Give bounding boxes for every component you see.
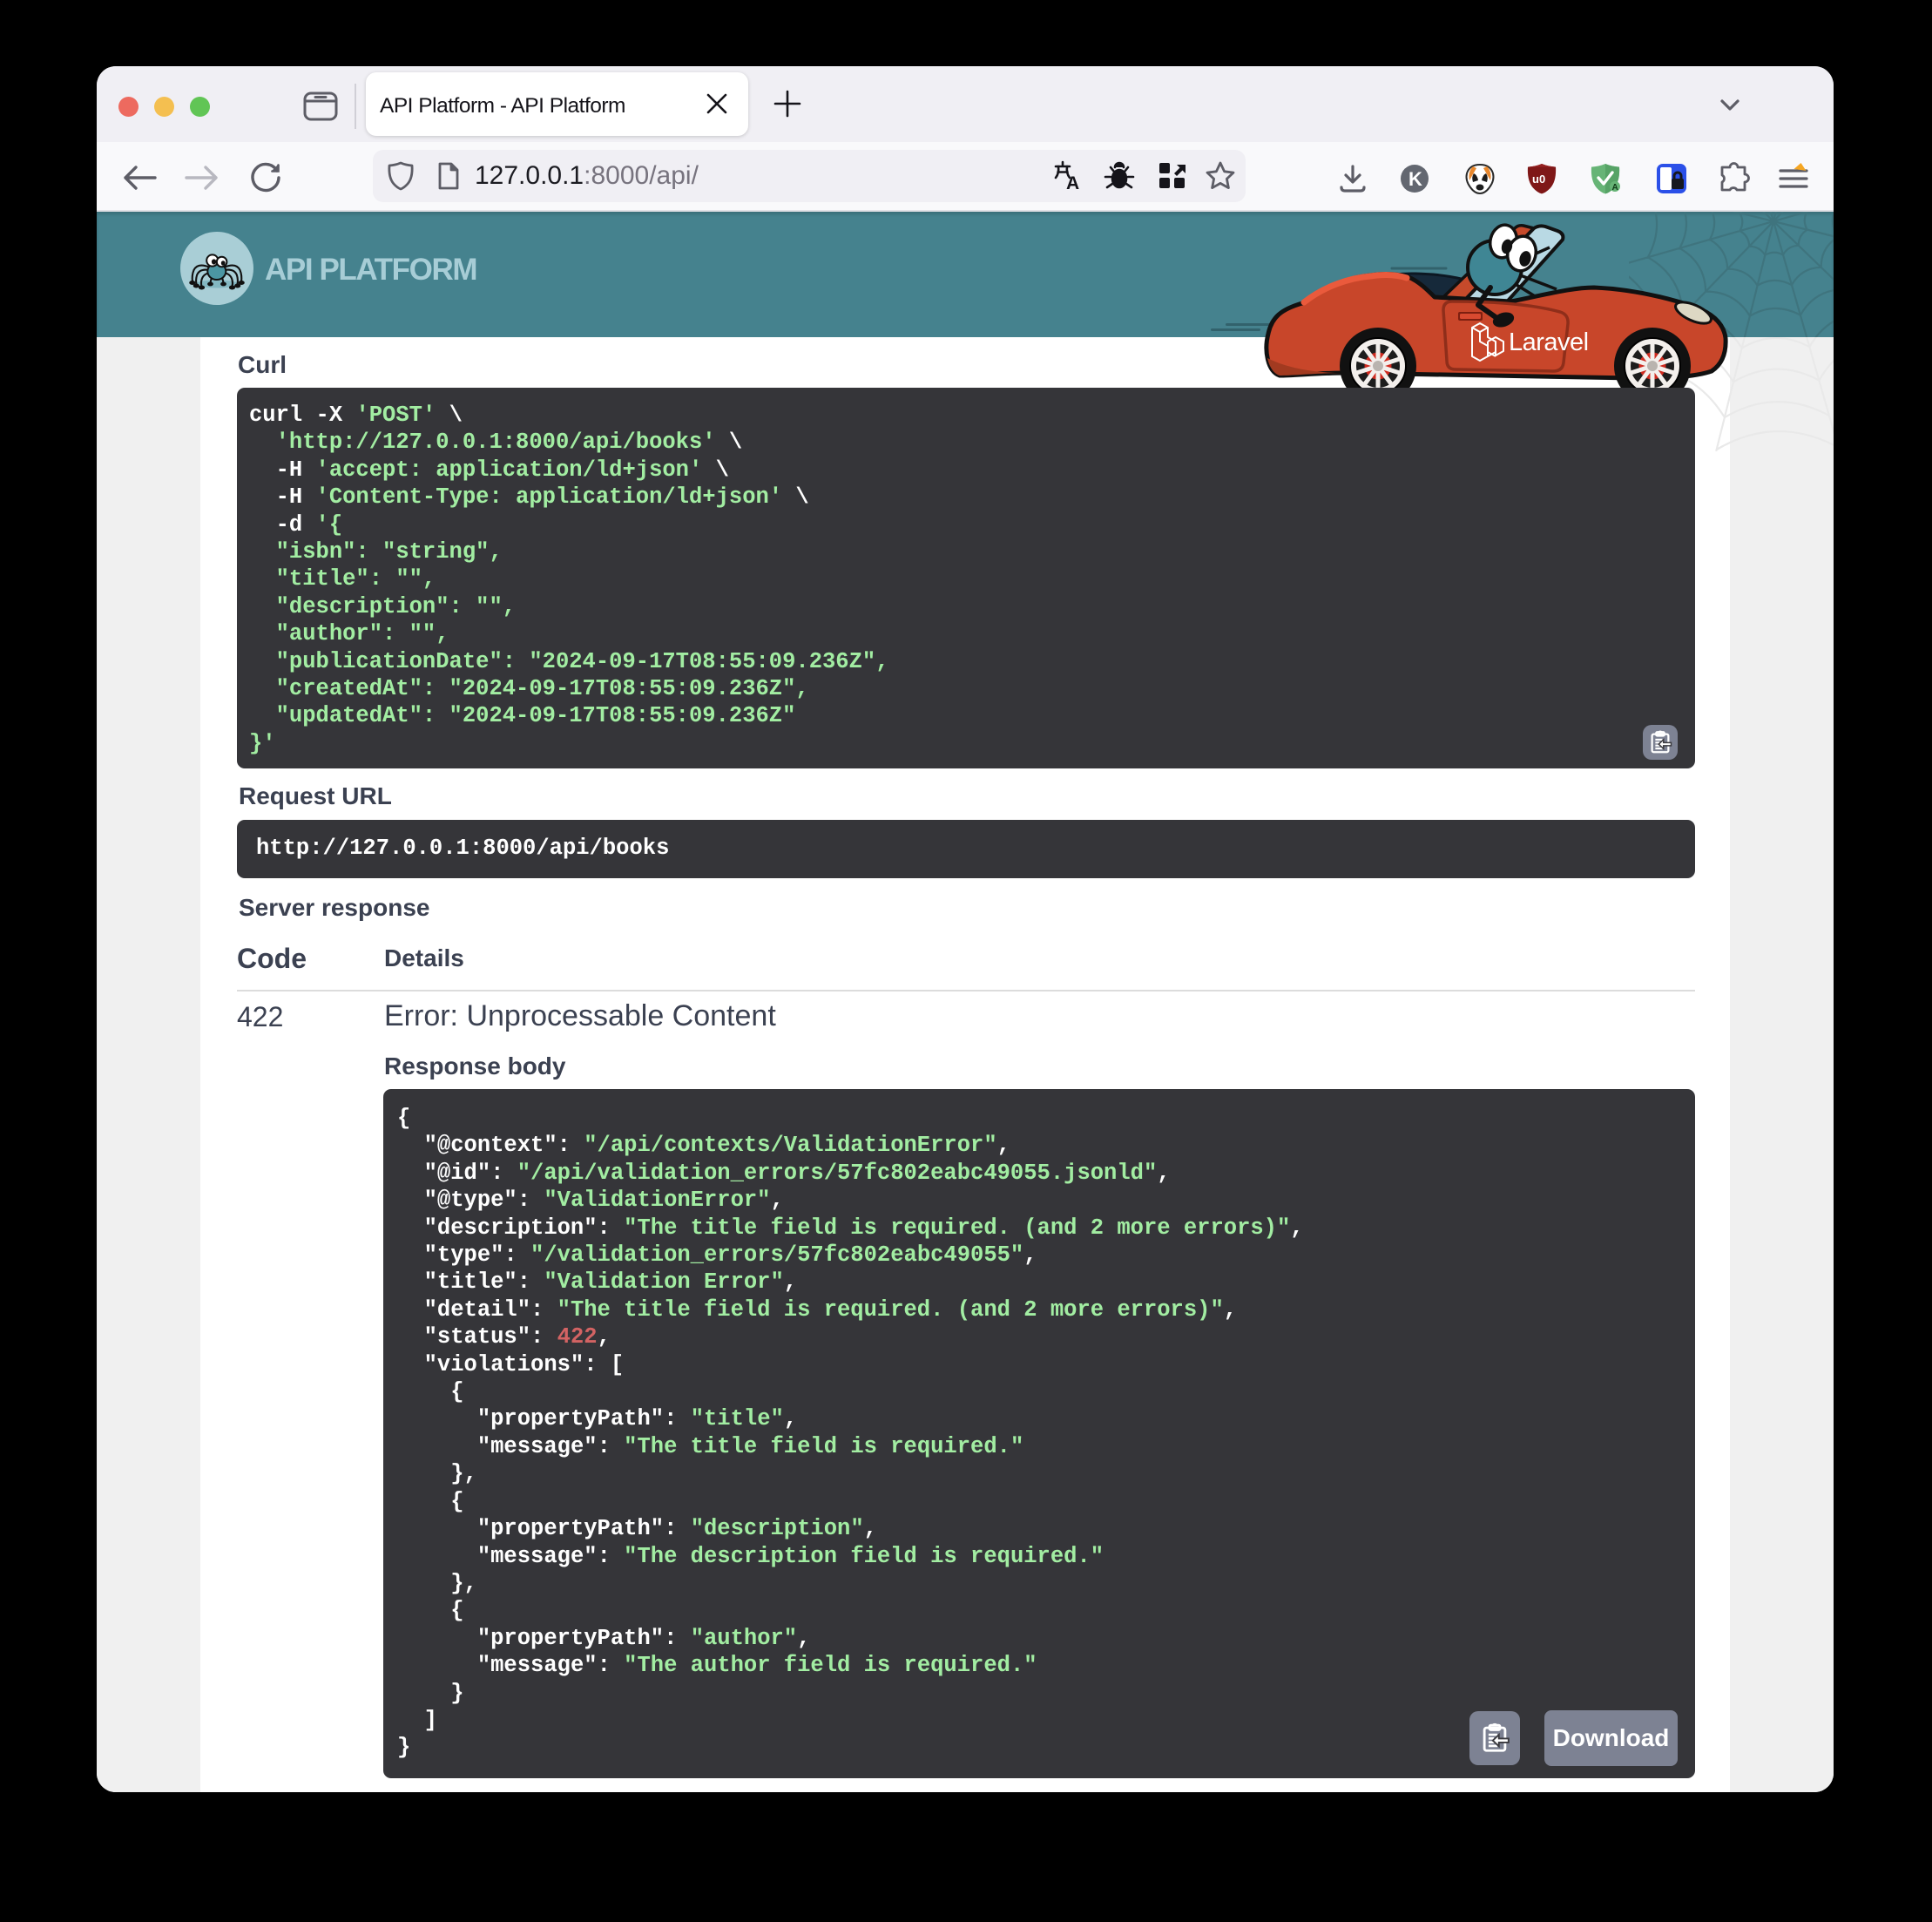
svg-text:u0: u0 xyxy=(1532,173,1545,186)
svg-text:A: A xyxy=(1066,173,1079,193)
svg-text:A: A xyxy=(1612,183,1618,193)
svg-text:Laravel: Laravel xyxy=(1509,328,1589,356)
svg-text:K: K xyxy=(1408,168,1422,190)
